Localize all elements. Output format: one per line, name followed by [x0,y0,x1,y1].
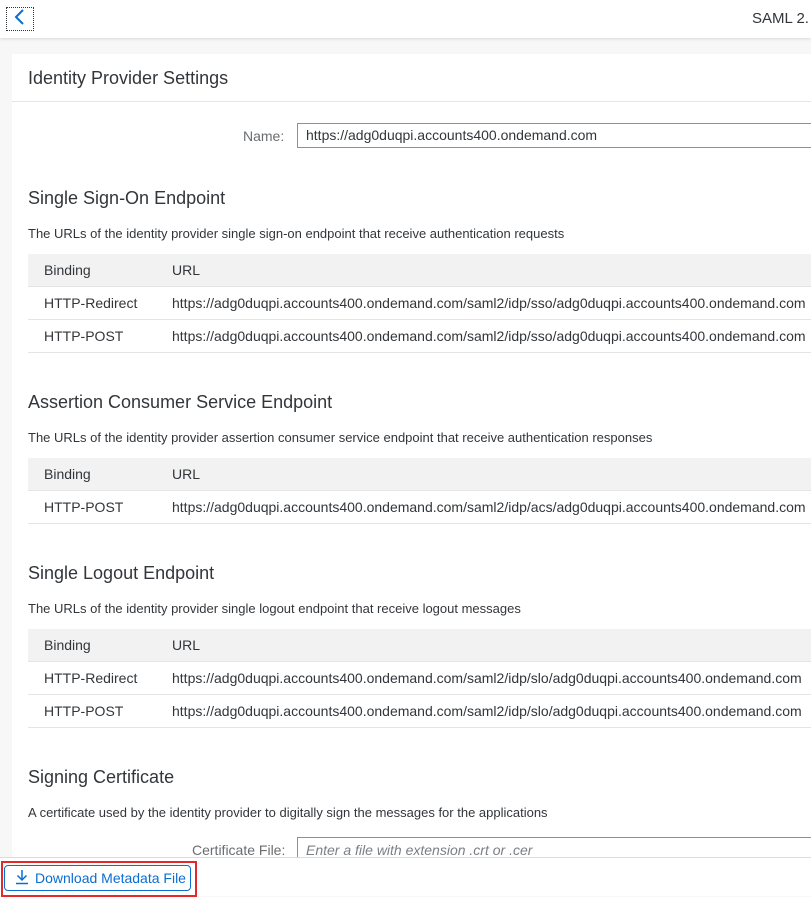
table-row: HTTP-POST https://adg0duqpi.accounts400.… [28,695,811,728]
sso-endpoint-table: Binding URL HTTP-Redirect https://adg0du… [28,254,811,353]
column-header-url: URL [172,262,201,278]
column-header-binding: Binding [44,466,91,482]
slo-section-description: The URLs of the identity provider single… [28,601,521,616]
table-row: HTTP-Redirect https://adg0duqpi.accounts… [28,662,811,695]
download-button-label: Download Metadata File [35,870,186,886]
footer-toolbar: Download Metadata File [0,857,811,897]
acs-section-description: The URLs of the identity provider assert… [28,430,653,445]
name-input[interactable]: https://adg0duqpi.accounts400.ondemand.c… [297,123,811,148]
url-cell: https://adg0duqpi.accounts400.ondemand.c… [172,328,806,344]
download-metadata-button[interactable]: Download Metadata File [4,865,191,891]
sso-section-description: The URLs of the identity provider single… [28,226,565,241]
divider [12,101,811,102]
column-header-url: URL [172,466,201,482]
url-cell: https://adg0duqpi.accounts400.ondemand.c… [172,295,806,311]
chevron-left-icon [14,8,26,30]
table-header: Binding URL [28,629,811,662]
table-header: Binding URL [28,458,811,491]
table-row: HTTP-POST https://adg0duqpi.accounts400.… [28,491,811,524]
slo-endpoint-table: Binding URL HTTP-Redirect https://adg0du… [28,629,811,728]
app-header: SAML 2. [0,0,811,38]
slo-section-title: Single Logout Endpoint [28,563,215,583]
url-cell: https://adg0duqpi.accounts400.ondemand.c… [172,670,802,686]
download-icon [15,869,29,888]
certificate-file-input[interactable]: Enter a file with extension .crt or .cer [297,837,811,857]
acs-section-title: Assertion Consumer Service Endpoint [28,392,333,412]
certificate-file-label: Certificate File: [192,842,286,857]
identity-provider-settings-panel: Identity Provider Settings Name: https:/… [12,54,811,857]
column-header-binding: Binding [44,637,91,653]
column-header-binding: Binding [44,262,91,278]
url-cell: https://adg0duqpi.accounts400.ondemand.c… [172,703,802,719]
table-row: HTTP-POST https://adg0duqpi.accounts400.… [28,320,811,353]
table-row: HTTP-Redirect https://adg0duqpi.accounts… [28,287,811,320]
binding-cell: HTTP-POST [44,328,124,344]
binding-cell: HTTP-POST [44,499,124,515]
panel-title: Identity Provider Settings [28,68,229,88]
table-header: Binding URL [28,254,811,287]
signing-section-title: Signing Certificate [28,767,175,787]
binding-cell: HTTP-Redirect [44,670,138,686]
binding-cell: HTTP-Redirect [44,295,138,311]
name-label: Name: [243,128,285,144]
column-header-url: URL [172,637,201,653]
signing-section-description: A certificate used by the identity provi… [28,805,548,820]
sso-section-title: Single Sign-On Endpoint [28,188,226,208]
url-cell: https://adg0duqpi.accounts400.ondemand.c… [172,499,806,515]
back-button[interactable] [6,7,34,31]
page-title: SAML 2. [752,10,809,27]
binding-cell: HTTP-POST [44,703,124,719]
acs-endpoint-table: Binding URL HTTP-POST https://adg0duqpi.… [28,458,811,524]
